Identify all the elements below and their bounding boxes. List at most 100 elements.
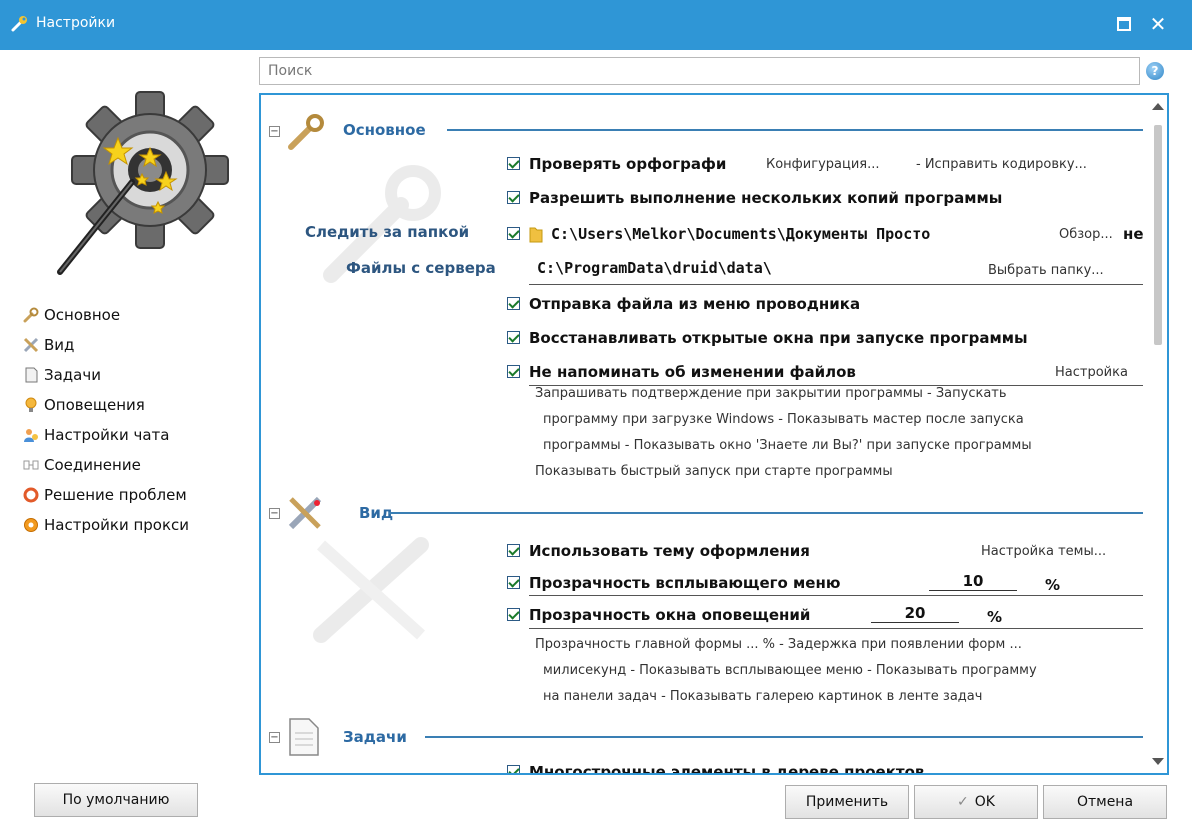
- menu-transparency-unit: %: [1045, 576, 1061, 594]
- watch-folder-tail-label: не: [1123, 225, 1144, 243]
- notify-transparency-label: Прозрачность окна оповещений: [529, 606, 811, 624]
- theme-settings-link[interactable]: Настройка темы...: [981, 544, 1106, 559]
- choose-folder-link[interactable]: Выбрать папку...: [988, 263, 1104, 278]
- sidebar-item-chat[interactable]: Настройки чата: [22, 420, 242, 450]
- sidebar-item-connection[interactable]: Соединение: [22, 450, 242, 480]
- sidebar-item-tasks[interactable]: Задачи: [22, 360, 242, 390]
- collapse-toggle[interactable]: −: [269, 126, 280, 137]
- folder-icon: [529, 227, 543, 243]
- watch-folder-caption: Следить за папкой: [305, 223, 470, 241]
- bulb-icon: [22, 396, 40, 414]
- send-file-checkbox[interactable]: [507, 297, 520, 310]
- maximize-icon[interactable]: [1112, 12, 1136, 36]
- section-title-view: Вид: [359, 504, 394, 522]
- sidebar-item-label: Решение проблем: [44, 486, 187, 504]
- document-icon: [22, 366, 40, 384]
- close-icon[interactable]: ✕: [1146, 12, 1170, 36]
- more-view-options-line[interactable]: на панели задач - Показывать галерею кар…: [543, 684, 982, 710]
- no-remind-label: Не напоминать об изменении файлов: [529, 363, 856, 381]
- help-icon[interactable]: ?: [1146, 62, 1164, 80]
- fix-encoding-link[interactable]: - Исправить кодировку...: [916, 157, 1087, 172]
- menu-transparency-checkbox[interactable]: [507, 576, 520, 589]
- watch-folder-path: C:\Users\Melkor\Documents\Документы Прос…: [551, 225, 931, 243]
- wrench-icon: [22, 306, 40, 324]
- scroll-up-icon[interactable]: [1152, 103, 1164, 110]
- sidebar-item-label: Настройки чата: [44, 426, 170, 444]
- sidebar-item-label: Оповещения: [44, 396, 145, 414]
- sidebar-item-troubleshoot[interactable]: Решение проблем: [22, 480, 242, 510]
- sidebar-item-label: Настройки прокси: [44, 516, 190, 534]
- search-input[interactable]: [259, 57, 1140, 85]
- wrench-star-icon: [11, 16, 27, 32]
- pencil-ruler-watermark-icon: [313, 537, 429, 643]
- chat-users-icon: [22, 426, 40, 444]
- server-files-path: C:\ProgramData\druid\data\: [537, 259, 772, 277]
- no-remind-settings-link[interactable]: Настройка: [1055, 365, 1128, 380]
- notify-transparency-input[interactable]: 20: [871, 604, 959, 623]
- more-basic-options-line[interactable]: Запрашивать подтверждение при закрытии п…: [535, 381, 1007, 407]
- menu-transparency-input[interactable]: 10: [929, 572, 1017, 591]
- section-title-tasks: Задачи: [343, 728, 407, 746]
- scroll-thumb[interactable]: [1154, 125, 1162, 345]
- more-view-options-line[interactable]: Прозрачность главной формы ... % - Задер…: [535, 632, 1022, 658]
- spellcheck-checkbox[interactable]: [507, 157, 520, 170]
- sidebar-item-basic[interactable]: Основное: [22, 300, 242, 330]
- no-remind-checkbox[interactable]: [507, 365, 520, 378]
- multi-instance-label: Разрешить выполнение нескольких копий пр…: [529, 189, 1003, 207]
- notify-transparency-checkbox[interactable]: [507, 608, 520, 621]
- sidebar-item-proxy[interactable]: Настройки прокси: [22, 510, 242, 540]
- spellcheck-config-link[interactable]: Конфигурация...: [766, 157, 880, 172]
- sidebar-item-view[interactable]: Вид: [22, 330, 242, 360]
- sidebar-item-label: Соединение: [44, 456, 141, 474]
- cancel-button[interactable]: Отмена: [1043, 785, 1167, 819]
- title-bar: Настройки ✕: [0, 0, 1192, 50]
- more-basic-options-line[interactable]: программы - Показывать окно 'Знаете ли В…: [543, 433, 1032, 459]
- sidebar-item-label: Задачи: [44, 366, 101, 384]
- defaults-button[interactable]: По умолчанию: [34, 783, 198, 817]
- restore-windows-label: Восстанавливать открытые окна при запуск…: [529, 329, 1028, 347]
- sidebar-nav: Основное Вид Задачи Оповещения Настройки…: [22, 300, 242, 540]
- option-underline: [529, 595, 1143, 596]
- checkmark-icon: ✓: [957, 794, 969, 810]
- lifebuoy-icon: [22, 486, 40, 504]
- scroll-down-icon[interactable]: [1152, 758, 1164, 765]
- multiline-items-checkbox[interactable]: [507, 765, 520, 773]
- multi-instance-checkbox[interactable]: [507, 191, 520, 204]
- apply-button[interactable]: Применить: [785, 785, 909, 819]
- restore-windows-checkbox[interactable]: [507, 331, 520, 344]
- ok-button-label: OK: [974, 794, 995, 810]
- wrench-icon: [288, 114, 324, 150]
- settings-gear-logo: [57, 91, 229, 275]
- server-files-caption: Файлы с сервера: [346, 259, 496, 277]
- section-divider: [447, 129, 1143, 131]
- spellcheck-label: Проверять орфографи: [529, 155, 727, 173]
- collapse-toggle[interactable]: −: [269, 508, 280, 519]
- notify-transparency-unit: %: [987, 608, 1003, 626]
- sidebar-item-notifications[interactable]: Оповещения: [22, 390, 242, 420]
- sidebar-item-label: Вид: [44, 336, 75, 354]
- window-title: Настройки: [36, 15, 116, 31]
- pencil-ruler-icon: [22, 336, 40, 354]
- send-file-label: Отправка файла из меню проводника: [529, 295, 861, 313]
- pencil-ruler-icon: [288, 496, 322, 530]
- more-basic-options-line[interactable]: программу при загрузке Windows - Показыв…: [543, 407, 1024, 433]
- more-basic-options-line[interactable]: Показывать быстрый запуск при старте про…: [535, 459, 893, 485]
- collapse-toggle[interactable]: −: [269, 732, 280, 743]
- path-underline: [529, 284, 1143, 285]
- sidebar-item-label: Основное: [44, 306, 121, 324]
- document-icon: [289, 718, 319, 756]
- section-divider: [389, 512, 1143, 514]
- multiline-items-label: Многострочные элементы в дереве проектов: [529, 763, 925, 775]
- theme-checkbox[interactable]: [507, 544, 520, 557]
- settings-panel: − Основное Проверять орфографи Конфигура…: [259, 93, 1169, 775]
- section-title-basic: Основное: [343, 121, 426, 139]
- watch-folder-checkbox[interactable]: [507, 227, 520, 240]
- watch-folder-browse-link[interactable]: Обзор...: [1059, 227, 1113, 242]
- ok-button[interactable]: ✓ OK: [914, 785, 1038, 819]
- vertical-scrollbar[interactable]: [1149, 95, 1167, 773]
- menu-transparency-label: Прозрачность всплывающего меню: [529, 574, 841, 592]
- more-view-options-line[interactable]: милисекунд - Показывать всплывающее меню…: [543, 658, 1037, 684]
- proxy-icon: [22, 516, 40, 534]
- connection-icon: [22, 456, 40, 474]
- section-divider: [425, 736, 1143, 738]
